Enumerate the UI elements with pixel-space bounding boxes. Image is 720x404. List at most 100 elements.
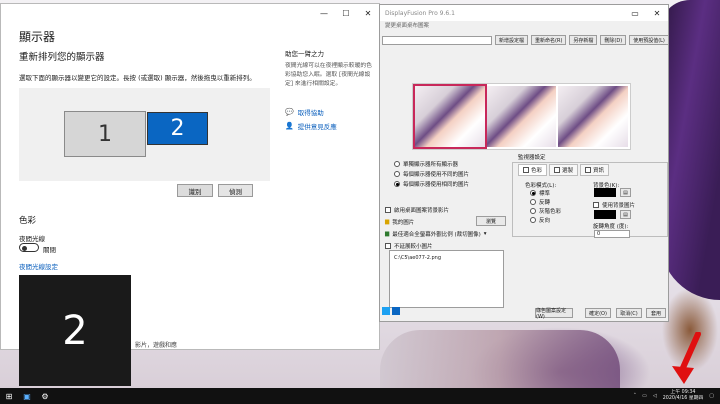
- monitor-arrangement-area: 1 2: [19, 88, 270, 181]
- enable-video-checkbox[interactable]: 啟用桌面圖案背景影片: [385, 206, 449, 214]
- tab-info[interactable]: 資訊: [580, 164, 610, 176]
- wallpaper-mode-radio-3[interactable]: 每個顯示器使用相同的圖片: [394, 180, 469, 188]
- checkbox-label: 使用背景圖片: [602, 203, 636, 209]
- checkbox-icon: [554, 167, 561, 173]
- displayfusion-window: DisplayFusion Pro 9.6.1 ▭ ✕ 變更桌面桌布圖案 新增設…: [379, 4, 669, 322]
- monitor-settings-tabs: 色彩 選製 資訊: [518, 164, 610, 176]
- monitor-1-tile[interactable]: 1: [64, 111, 146, 157]
- df-icon: ▭: [631, 8, 639, 18]
- bg-image-swatch[interactable]: [594, 210, 616, 219]
- feedback-label: 提供意見反應: [297, 123, 337, 131]
- color-mode-gray[interactable]: 灰階色彩: [530, 207, 561, 215]
- start-button[interactable]: ⊞: [0, 388, 18, 404]
- monitor-settings-heading: 監視器設定: [518, 155, 546, 161]
- maximize-button[interactable]: ☐: [335, 4, 357, 22]
- bg-image-button[interactable]: ▤: [620, 210, 631, 219]
- color-mode-reverse[interactable]: 反向: [530, 216, 550, 224]
- checkbox-icon: [585, 167, 592, 173]
- df-titlebar: DisplayFusion Pro 9.6.1 ▭ ✕: [380, 5, 668, 21]
- wallpaper-mode-radio-2[interactable]: 每個顯示器使用不同的圖片: [394, 170, 469, 178]
- radio-label: 每個顯示器使用不同的圖片: [403, 172, 470, 178]
- radio-icon: [530, 208, 536, 214]
- monitor-2-wallpaper-thumb[interactable]: [558, 86, 629, 147]
- clock[interactable]: 上午 09:34 2020/4/16 星期四: [663, 390, 704, 402]
- radio-icon: [530, 199, 536, 205]
- my-images-source[interactable]: ▆ 我的圖片: [385, 218, 414, 226]
- volume-icon[interactable]: ◁: [653, 393, 657, 399]
- clock-date: 2020/4/16 星期四: [662, 396, 704, 401]
- profile-dropdown[interactable]: [382, 35, 492, 45]
- taskbar: ⊞ ▣ ⚙ ˄ ▭ ◁ 上午 09:34 2020/4/16 星期四 ▢: [0, 388, 720, 404]
- network-icon[interactable]: ▭: [642, 393, 647, 399]
- monitor-1-wallpaper-thumb[interactable]: [413, 84, 487, 149]
- checkbox-icon: [385, 207, 391, 213]
- rotate-label: 旋轉角度 (度):: [593, 224, 629, 230]
- folder-icon: ▆: [385, 219, 390, 225]
- close-button[interactable]: ✕: [357, 4, 379, 22]
- monitor-2-tile[interactable]: 2: [147, 112, 208, 145]
- cancel-button[interactable]: 取消(C): [616, 308, 642, 318]
- color-mode-invert[interactable]: 反轉: [530, 198, 550, 206]
- color-mode-label: 色彩模式(L):: [525, 183, 557, 189]
- rearrange-heading: 重新排列您的顯示器: [19, 52, 105, 63]
- color-mode-standard[interactable]: 標準: [530, 189, 550, 197]
- get-help-link[interactable]: 💬 取得協助: [285, 107, 324, 117]
- detect-button[interactable]: 偵測: [218, 184, 253, 197]
- radio-label: 灰階色彩: [539, 209, 562, 215]
- delete-button[interactable]: 刪除(D): [600, 35, 627, 45]
- radio-label: 每個顯示器使用相同的圖片: [403, 182, 470, 188]
- minimize-button[interactable]: —: [313, 4, 335, 22]
- chevron-up-icon[interactable]: ˄: [634, 393, 637, 399]
- social-icons: [382, 307, 400, 315]
- footnote-text: 影片，遊戲和應: [135, 342, 178, 349]
- wallpaper-mode-radio-1[interactable]: 單獨顯示器所有顯示器: [394, 160, 458, 168]
- settings-titlebar: — ☐ ✕: [1, 4, 379, 22]
- bg-color-swatch[interactable]: [594, 188, 616, 197]
- source-label: 我的圖片: [392, 220, 415, 226]
- get-help-label: 取得協助: [297, 109, 324, 117]
- night-light-settings-link[interactable]: 夜間光線設定: [19, 261, 58, 271]
- red-arrow-annotation: [672, 332, 701, 384]
- save-as-button[interactable]: 另存新檔: [569, 35, 598, 45]
- tab-label: 資訊: [593, 168, 605, 174]
- rename-button[interactable]: 重新命名(R): [531, 35, 567, 45]
- night-light-toggle[interactable]: [19, 243, 39, 252]
- color-picker-button[interactable]: ▤: [620, 188, 631, 197]
- radio-icon: [394, 161, 400, 167]
- browse-button[interactable]: 瀏覽: [476, 216, 506, 226]
- rotate-input[interactable]: 0: [594, 230, 630, 238]
- wallpaper-character-body: [380, 330, 620, 388]
- system-tray: ˄ ▭ ◁ 上午 09:34 2020/4/16 星期四 ▢: [634, 388, 714, 404]
- radio-icon: [394, 171, 400, 177]
- fit-icon: ▆: [385, 231, 390, 237]
- checkbox-icon: [593, 202, 599, 208]
- tab-adjust[interactable]: 選製: [549, 164, 579, 176]
- tab-color[interactable]: 色彩: [518, 164, 548, 176]
- chevron-down-icon: ▾: [483, 231, 487, 237]
- image-file-list[interactable]: C:\C5\ae077-2.png: [389, 250, 504, 308]
- apply-button[interactable]: 套用: [646, 308, 666, 318]
- df-profile-row: 新增設定檔 重新命名(R) 另存新檔 刪除(D) 使用預設值(L): [380, 33, 670, 47]
- feedback-link[interactable]: 👤 提供意見反應: [285, 121, 337, 131]
- use-default-button[interactable]: 使用預設值(L): [629, 35, 669, 45]
- ok-button[interactable]: 確定(O): [585, 308, 611, 318]
- wallpaper-settings-button[interactable]: 綠色圖案設定(W): [535, 308, 573, 320]
- twitter-icon[interactable]: [382, 307, 390, 315]
- identify-button[interactable]: 識別: [177, 184, 213, 197]
- identify-overlay: 2: [19, 275, 131, 386]
- no-scale-checkbox[interactable]: 不延展較小圖片: [385, 242, 433, 250]
- linkedin-icon[interactable]: [392, 307, 400, 315]
- df-title: DisplayFusion Pro 9.6.1: [385, 9, 455, 17]
- fit-mode-dropdown[interactable]: ▆ 最佳適合全螢幕外觀比例 (裁切圖像) ▾: [385, 230, 487, 238]
- displayfusion-taskbar-icon[interactable]: ▣: [18, 388, 36, 404]
- color-heading: 色彩: [19, 216, 37, 226]
- df-close-button[interactable]: ✕: [646, 4, 668, 22]
- notification-icon[interactable]: ▢: [709, 393, 714, 399]
- df-subtitle: 變更桌面桌布圖案: [385, 23, 430, 29]
- monitor-1b-wallpaper-thumb[interactable]: [486, 86, 557, 147]
- settings-taskbar-icon[interactable]: ⚙: [36, 388, 54, 404]
- new-profile-button[interactable]: 新增設定檔: [495, 35, 529, 45]
- use-bg-image-checkbox[interactable]: 使用背景圖片: [593, 201, 635, 209]
- rearrange-description: 選取下面的顯示器以變更它的設定。長按 (或選取) 顯示器，然後拖曳以重新排列。: [19, 74, 256, 82]
- radio-icon: [394, 181, 400, 187]
